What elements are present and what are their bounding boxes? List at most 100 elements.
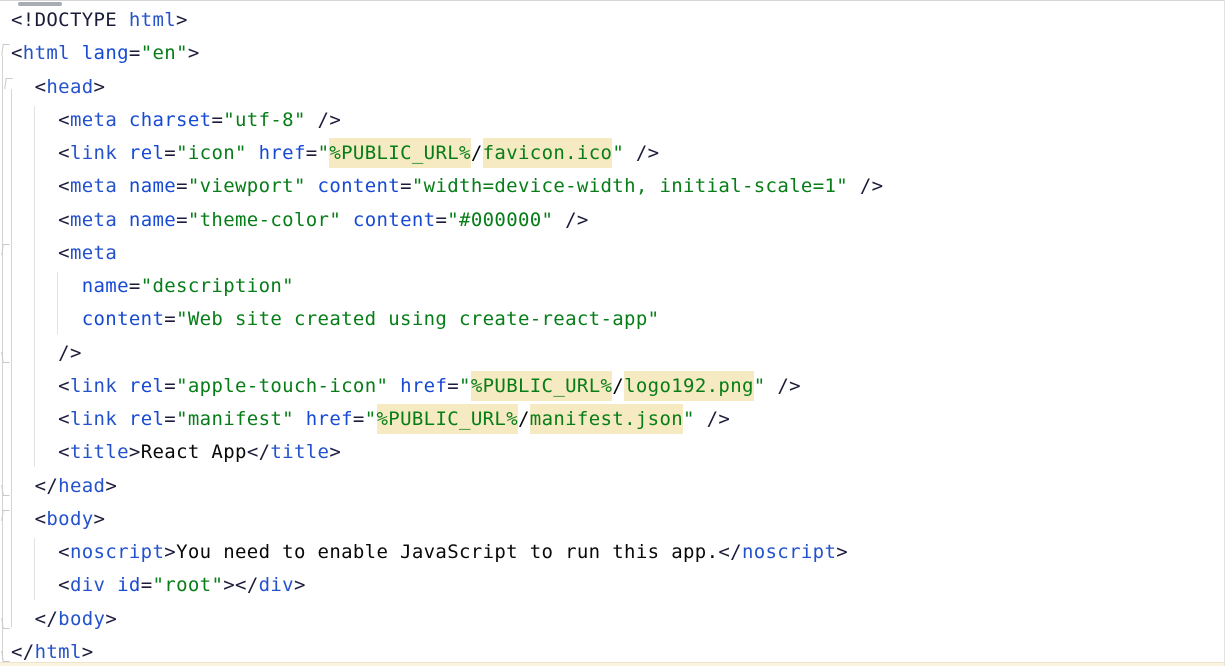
code-token-pun: > bbox=[82, 641, 94, 663]
code-line[interactable]: name="description" bbox=[11, 270, 883, 303]
code-token-pun bbox=[70, 42, 82, 64]
code-token-str: "Web site created using create-react-app… bbox=[176, 308, 659, 330]
code-line[interactable]: <!DOCTYPE html> bbox=[11, 4, 883, 37]
code-token-pun: < bbox=[11, 209, 70, 231]
code-line[interactable]: <title>React App</title> bbox=[11, 436, 883, 469]
code-token-str: " bbox=[318, 142, 330, 164]
code-line[interactable]: content="Web site created using create-r… bbox=[11, 303, 883, 336]
code-token-pun: < bbox=[11, 142, 70, 164]
code-token-tag: noscript bbox=[742, 541, 836, 563]
code-token-tag: html bbox=[129, 9, 176, 31]
code-line[interactable]: <link rel="apple-touch-icon" href="%PUBL… bbox=[11, 370, 883, 403]
code-line[interactable]: <meta name="viewport" content="width=dev… bbox=[11, 170, 883, 203]
code-token-txt: / bbox=[471, 142, 483, 164]
code-token-pun bbox=[388, 375, 400, 397]
code-token-pun: > bbox=[176, 9, 188, 31]
code-line[interactable]: </body> bbox=[11, 603, 883, 636]
code-token-pun: > bbox=[188, 42, 200, 64]
code-token-attr: content bbox=[318, 175, 401, 197]
code-token-pun: = bbox=[353, 408, 365, 430]
code-token-attr: href bbox=[400, 375, 447, 397]
code-line[interactable]: <link rel="manifest" href="%PUBLIC_URL%/… bbox=[11, 403, 883, 436]
code-token-attr: href bbox=[259, 142, 306, 164]
code-token-attr: rel bbox=[129, 408, 164, 430]
code-token-pun: = bbox=[164, 142, 176, 164]
code-token-txt: / bbox=[612, 375, 624, 397]
code-token-pun bbox=[117, 175, 129, 197]
code-token-tag: title bbox=[70, 441, 129, 463]
code-token-tpl: favicon.ico bbox=[483, 138, 613, 168]
code-line[interactable]: <meta bbox=[11, 237, 883, 270]
code-line[interactable]: <link rel="icon" href="%PUBLIC_URL%/favi… bbox=[11, 137, 883, 170]
code-token-attr: rel bbox=[129, 142, 164, 164]
code-token-tag: body bbox=[58, 608, 105, 630]
code-token-attr: charset bbox=[129, 109, 212, 131]
code-line[interactable]: <html lang="en"> bbox=[11, 37, 883, 70]
code-token-str: "width=device-width, initial-scale=1" bbox=[412, 175, 848, 197]
code-token-pun: /> bbox=[11, 342, 82, 364]
code-token-pun: = bbox=[176, 209, 188, 231]
code-token-tpl: %PUBLIC_URL% bbox=[329, 138, 470, 168]
code-token-str: "en" bbox=[141, 42, 188, 64]
code-token-tag: div bbox=[259, 574, 294, 596]
code-token-tag: noscript bbox=[70, 541, 164, 563]
code-token-pun bbox=[294, 408, 306, 430]
code-token-pun bbox=[11, 275, 82, 297]
code-token-pun: > bbox=[164, 541, 176, 563]
code-token-pun: < bbox=[11, 541, 70, 563]
code-area[interactable]: <!DOCTYPE html><html lang="en"> <head> <… bbox=[0, 1, 883, 666]
code-token-txt: You need to enable JavaScript to run thi… bbox=[176, 541, 718, 563]
code-line[interactable]: <meta name="theme-color" content="#00000… bbox=[11, 204, 883, 237]
code-token-pun: > bbox=[105, 475, 117, 497]
code-line[interactable]: <noscript>You need to enable JavaScript … bbox=[11, 536, 883, 569]
code-token-pun: </ bbox=[11, 641, 35, 663]
code-token-pun: </ bbox=[247, 441, 271, 463]
code-line[interactable]: <div id="root"></div> bbox=[11, 569, 883, 602]
code-token-pun: > bbox=[329, 441, 341, 463]
code-token-pun: < bbox=[11, 408, 70, 430]
code-line[interactable]: <meta charset="utf-8" /> bbox=[11, 104, 883, 137]
code-token-tag: meta bbox=[70, 242, 117, 264]
code-token-tpl: %PUBLIC_URL% bbox=[377, 404, 518, 434]
code-token-tag: html bbox=[23, 42, 70, 64]
code-token-str: "viewport" bbox=[188, 175, 306, 197]
code-token-pun bbox=[306, 175, 318, 197]
code-token-str: "root" bbox=[153, 574, 224, 596]
code-token-attr: content bbox=[353, 209, 436, 231]
code-token-pun: < bbox=[11, 375, 70, 397]
code-token-tpl: manifest.json bbox=[530, 404, 683, 434]
code-token-tag: link bbox=[70, 375, 117, 397]
code-token-pun bbox=[247, 142, 259, 164]
code-token-tpl: %PUBLIC_URL% bbox=[471, 371, 612, 401]
code-token-pun: = bbox=[129, 275, 141, 297]
code-token-pun: > bbox=[836, 541, 848, 563]
code-token-txt: React App bbox=[141, 441, 247, 463]
code-token-pun bbox=[105, 574, 117, 596]
code-line[interactable]: <body> bbox=[11, 503, 883, 536]
code-token-pun: < bbox=[11, 76, 46, 98]
code-token-str: " bbox=[365, 408, 377, 430]
code-token-pun: /> bbox=[695, 408, 730, 430]
code-token-pun: < bbox=[11, 441, 70, 463]
code-token-str: "manifest" bbox=[176, 408, 294, 430]
code-token-tag: title bbox=[270, 441, 329, 463]
code-token-pun bbox=[117, 209, 129, 231]
code-token-str: "icon" bbox=[176, 142, 247, 164]
code-token-tag: html bbox=[35, 641, 82, 663]
code-token-pun: > bbox=[105, 608, 117, 630]
code-line[interactable]: /> bbox=[11, 337, 883, 370]
code-line[interactable]: <head> bbox=[11, 71, 883, 104]
code-token-attr: name bbox=[82, 275, 129, 297]
code-token-pun: = bbox=[164, 408, 176, 430]
code-token-tag: meta bbox=[70, 175, 117, 197]
code-token-pun: < bbox=[11, 109, 70, 131]
code-token-txt: / bbox=[518, 408, 530, 430]
code-token-pun: > bbox=[294, 574, 306, 596]
code-token-str: " bbox=[683, 408, 695, 430]
code-token-pun: = bbox=[164, 375, 176, 397]
code-token-pun: < bbox=[11, 175, 70, 197]
code-line[interactable]: </head> bbox=[11, 470, 883, 503]
code-token-pun bbox=[341, 209, 353, 231]
code-token-pun bbox=[117, 408, 129, 430]
code-token-pun: /> bbox=[553, 209, 588, 231]
